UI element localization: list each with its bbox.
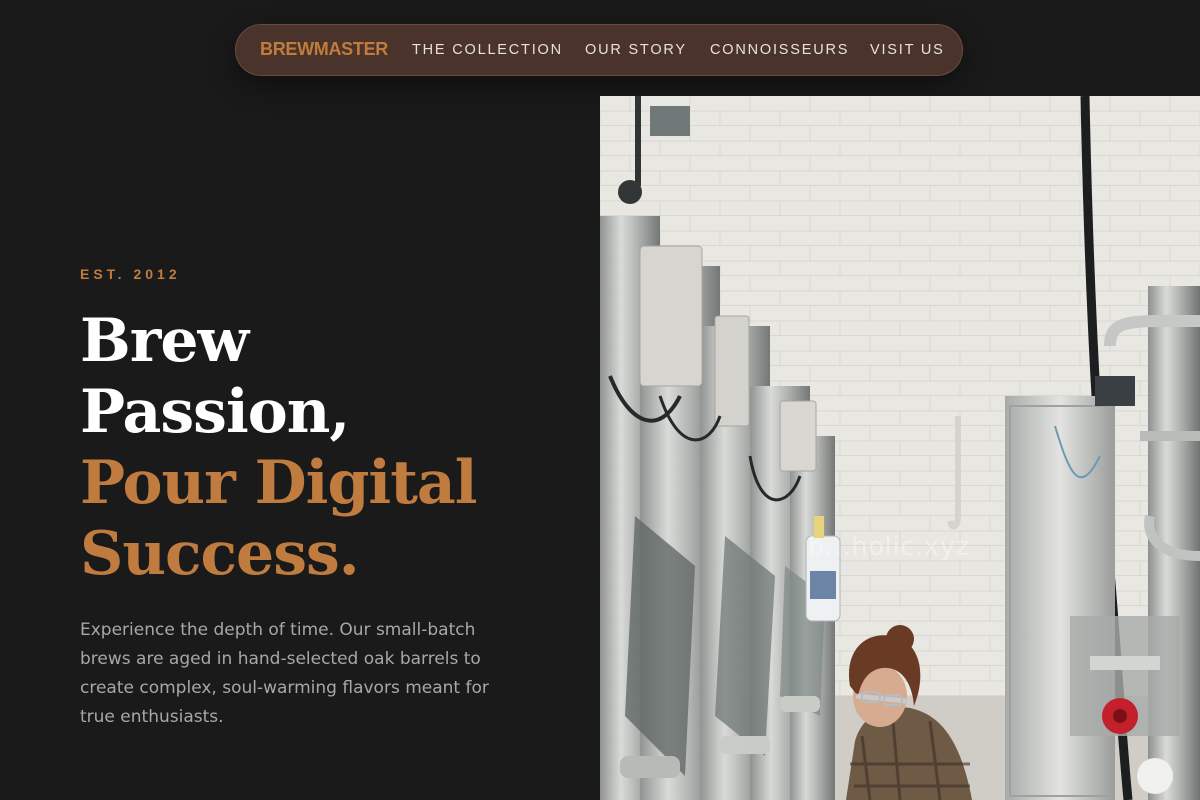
headline-line-2: Passion, <box>80 377 350 447</box>
headline-line-1: Brew <box>80 306 249 376</box>
top-navigation: BREWMASTER THE COLLECTION OUR STORY CONN… <box>235 24 963 76</box>
nav-link-connoisseurs[interactable]: CONNOISSEURS <box>710 42 849 58</box>
headline-line-3: Pour Digital <box>80 448 478 518</box>
brewery-scene-illustration <box>600 96 1200 800</box>
nav-link-visit-us[interactable]: VISIT US <box>870 42 945 58</box>
hero-description: Experience the depth of time. Our small-… <box>80 620 489 727</box>
hero-brewery-image: b...holic.xyz <box>600 96 1200 800</box>
nav-link-our-story[interactable]: OUR STORY <box>585 42 687 58</box>
brand-logo[interactable]: BREWMASTER <box>260 39 388 60</box>
headline-line-4: Success. <box>80 519 360 589</box>
hero-headline: Brew Passion, Pour Digital Success. <box>80 306 550 590</box>
nav-link-collection[interactable]: THE COLLECTION <box>412 42 563 58</box>
image-watermark: b...holic.xyz <box>808 532 970 562</box>
hero-eyebrow: EST. 2012 <box>80 266 181 282</box>
